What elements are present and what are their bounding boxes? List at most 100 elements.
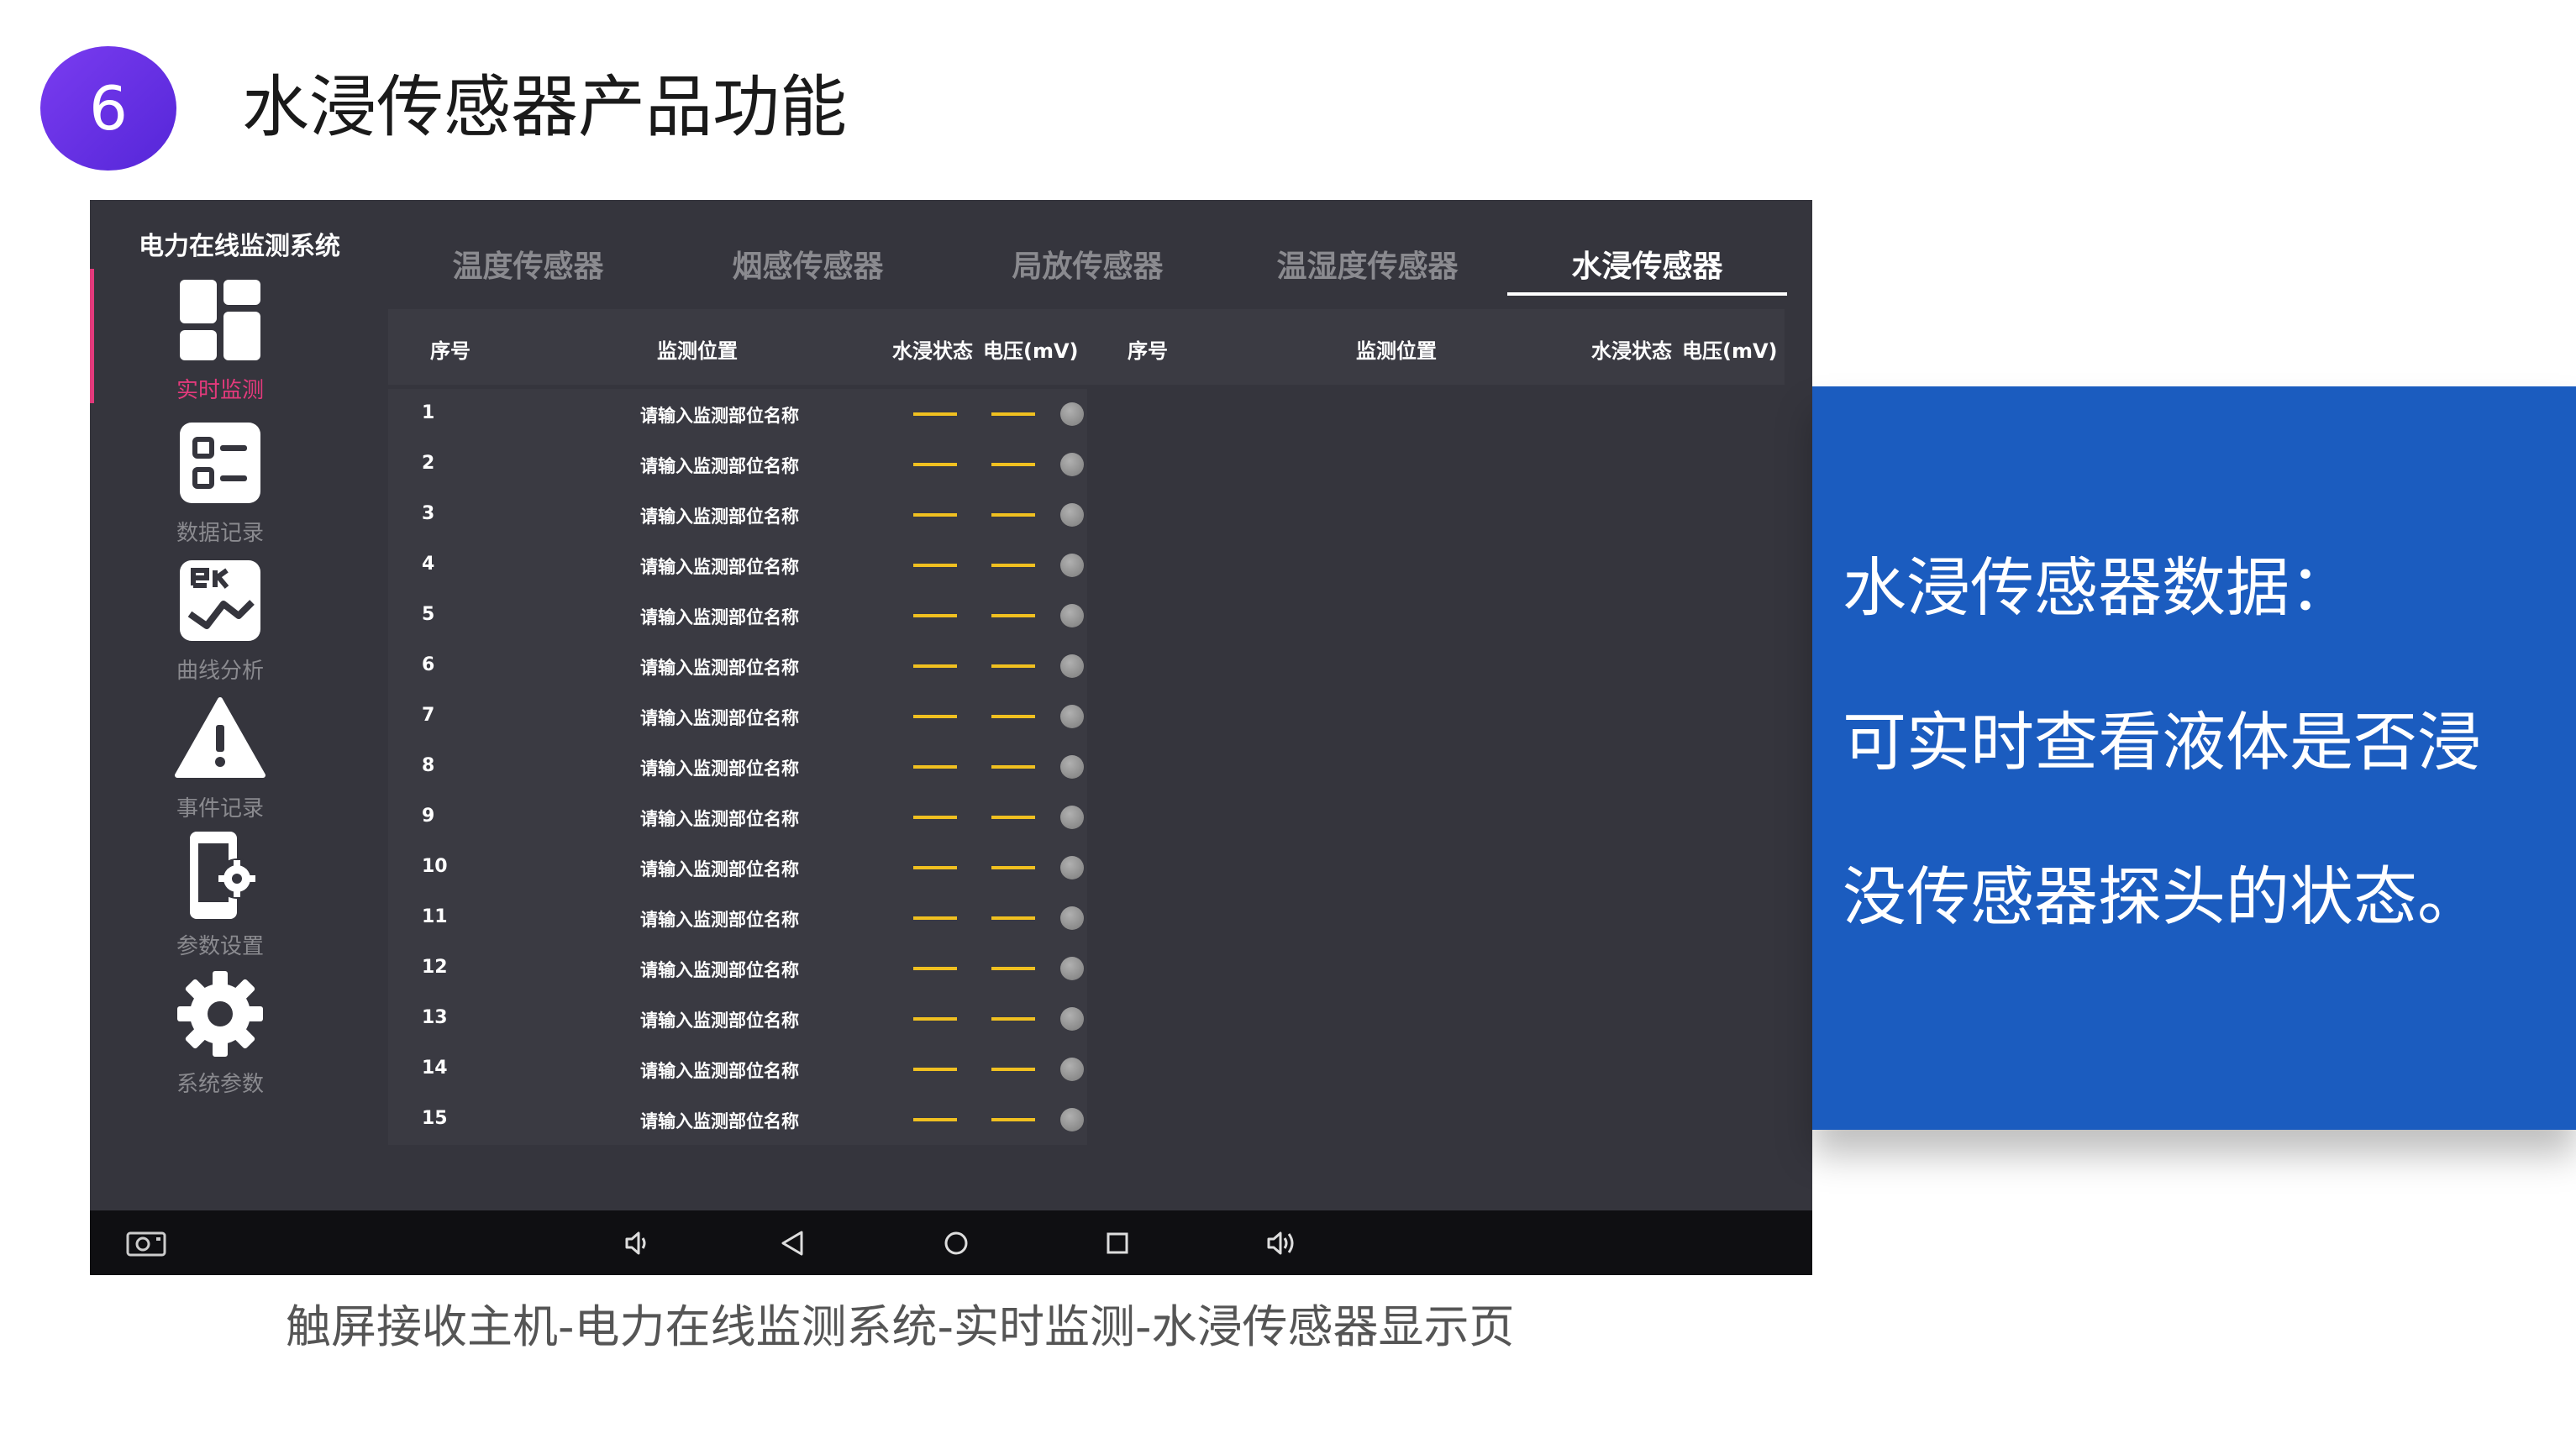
row-index: 11 — [422, 906, 448, 927]
row-index: 1 — [422, 402, 435, 423]
voltage-value — [991, 1017, 1035, 1021]
water-state-value — [913, 664, 957, 668]
status-indicator-icon — [1060, 453, 1084, 476]
column-header-voltage: 电压(mV) — [983, 339, 1079, 363]
tab-water-immersion[interactable]: 水浸传感器 — [1507, 242, 1787, 301]
table-row: 1 请输入监测部位名称 — [388, 389, 1087, 439]
water-state-value — [913, 614, 957, 617]
info-card: 水浸传感器数据： 可实时查看液体是否浸 没传感器探头的状态。 — [1812, 386, 2576, 1130]
column-header-location: 监测位置 — [657, 339, 738, 363]
status-indicator-icon — [1060, 1007, 1084, 1031]
column-header-state: 水浸状态 — [892, 339, 973, 363]
status-indicator-icon — [1060, 1058, 1084, 1081]
status-indicator-icon — [1060, 705, 1084, 728]
water-state-value — [913, 412, 957, 416]
sensor-table: 1 请输入监测部位名称 2 请输入监测部位名称 3 请输入监测部位名称 4 请输入监测部位名称… — [388, 389, 1087, 1145]
voltage-value — [991, 816, 1035, 819]
row-location-input[interactable]: 请输入监测部位名称 — [640, 604, 799, 629]
water-state-value — [913, 916, 957, 920]
nav-item-system-params[interactable]: 系统参数 — [140, 968, 300, 1102]
screenshot-icon[interactable] — [125, 1226, 167, 1261]
status-indicator-icon — [1060, 856, 1084, 879]
water-state-value — [913, 816, 957, 819]
system-navigation-bar — [90, 1210, 1812, 1275]
status-indicator-icon — [1060, 402, 1084, 426]
table-row: 5 请输入监测部位名称 — [388, 591, 1087, 641]
table-row: 13 请输入监测部位名称 — [388, 994, 1087, 1044]
tab-smoke[interactable]: 烟感传感器 — [668, 242, 948, 301]
row-index: 10 — [422, 856, 448, 877]
row-index: 6 — [422, 654, 435, 675]
recents-icon[interactable] — [1100, 1226, 1135, 1261]
row-location-input[interactable]: 请输入监测部位名称 — [640, 957, 799, 982]
nav-item-event-records[interactable]: 事件记录 — [140, 692, 300, 827]
row-index: 14 — [422, 1058, 448, 1079]
voltage-value — [991, 564, 1035, 567]
tab-partial-discharge[interactable]: 局放传感器 — [948, 242, 1228, 301]
row-location-input[interactable]: 请输入监测部位名称 — [640, 654, 799, 680]
row-location-input[interactable]: 请输入监测部位名称 — [640, 1058, 799, 1083]
row-location-input[interactable]: 请输入监测部位名称 — [640, 856, 799, 881]
nav-label: 参数设置 — [176, 934, 264, 959]
status-indicator-icon — [1060, 957, 1084, 980]
device-settings-icon — [174, 830, 266, 922]
row-location-input[interactable]: 请输入监测部位名称 — [640, 503, 799, 528]
table-row: 11 请输入监测部位名称 — [388, 893, 1087, 943]
water-state-value — [913, 513, 957, 517]
chart-icon — [174, 554, 266, 647]
row-location-input[interactable]: 请输入监测部位名称 — [640, 806, 799, 831]
row-location-input[interactable]: 请输入监测部位名称 — [640, 453, 799, 478]
voltage-value — [991, 916, 1035, 920]
row-index: 5 — [422, 604, 435, 625]
table-row: 10 请输入监测部位名称 — [388, 843, 1087, 893]
volume-down-icon[interactable] — [619, 1226, 655, 1261]
row-location-input[interactable]: 请输入监测部位名称 — [640, 402, 799, 428]
volume-up-icon[interactable] — [1264, 1226, 1300, 1261]
row-location-input[interactable]: 请输入监测部位名称 — [640, 1108, 799, 1133]
voltage-value — [991, 1118, 1035, 1121]
row-location-input[interactable]: 请输入监测部位名称 — [640, 554, 799, 579]
status-indicator-icon — [1060, 654, 1084, 678]
column-header-index: 序号 — [430, 339, 471, 363]
row-index: 4 — [422, 554, 435, 575]
column-header-index: 序号 — [1128, 339, 1168, 363]
gear-icon — [174, 968, 266, 1060]
back-icon[interactable] — [775, 1226, 810, 1261]
tab-temperature[interactable]: 温度传感器 — [388, 242, 668, 301]
nav-label: 事件记录 — [176, 796, 264, 822]
voltage-value — [991, 412, 1035, 416]
row-location-input[interactable]: 请输入监测部位名称 — [640, 755, 799, 780]
card-text-line: 没传感器探头的状态。 — [1843, 859, 2481, 934]
column-header-location: 监测位置 — [1356, 339, 1437, 363]
column-header-state: 水浸状态 — [1591, 339, 1672, 363]
water-state-value — [913, 967, 957, 970]
water-state-value — [913, 715, 957, 718]
row-location-input[interactable]: 请输入监测部位名称 — [640, 1007, 799, 1032]
tab-temp-humidity[interactable]: 温湿度传感器 — [1228, 242, 1507, 301]
nav-item-data-records[interactable]: 数据记录 — [140, 417, 300, 551]
app-title: 电力在线监测系统 — [139, 232, 340, 261]
nav-item-curve-analysis[interactable]: 曲线分析 — [140, 554, 300, 689]
water-state-value — [913, 463, 957, 466]
row-index: 15 — [422, 1108, 448, 1129]
row-index: 13 — [422, 1007, 448, 1028]
nav-item-parameter-settings[interactable]: 参数设置 — [140, 830, 300, 964]
table-row: 9 请输入监测部位名称 — [388, 792, 1087, 843]
active-nav-indicator — [90, 269, 94, 403]
status-indicator-icon — [1060, 755, 1084, 779]
dashboard-icon — [174, 274, 266, 366]
nav-label: 系统参数 — [176, 1072, 264, 1097]
voltage-value — [991, 866, 1035, 869]
water-state-value — [913, 765, 957, 769]
nav-label: 数据记录 — [176, 521, 264, 546]
row-location-input[interactable]: 请输入监测部位名称 — [640, 906, 799, 932]
water-state-value — [913, 564, 957, 567]
section-number-badge: 6 — [40, 46, 176, 171]
nav-item-realtime[interactable]: 实时监测 — [140, 274, 300, 408]
water-state-value — [913, 1068, 957, 1071]
voltage-value — [991, 1068, 1035, 1071]
list-icon — [174, 417, 266, 509]
row-location-input[interactable]: 请输入监测部位名称 — [640, 705, 799, 730]
home-icon[interactable] — [938, 1226, 974, 1261]
table-header: 序号 监测位置 水浸状态 电压(mV) 序号 监测位置 水浸状态 电压(mV) — [388, 309, 1785, 385]
